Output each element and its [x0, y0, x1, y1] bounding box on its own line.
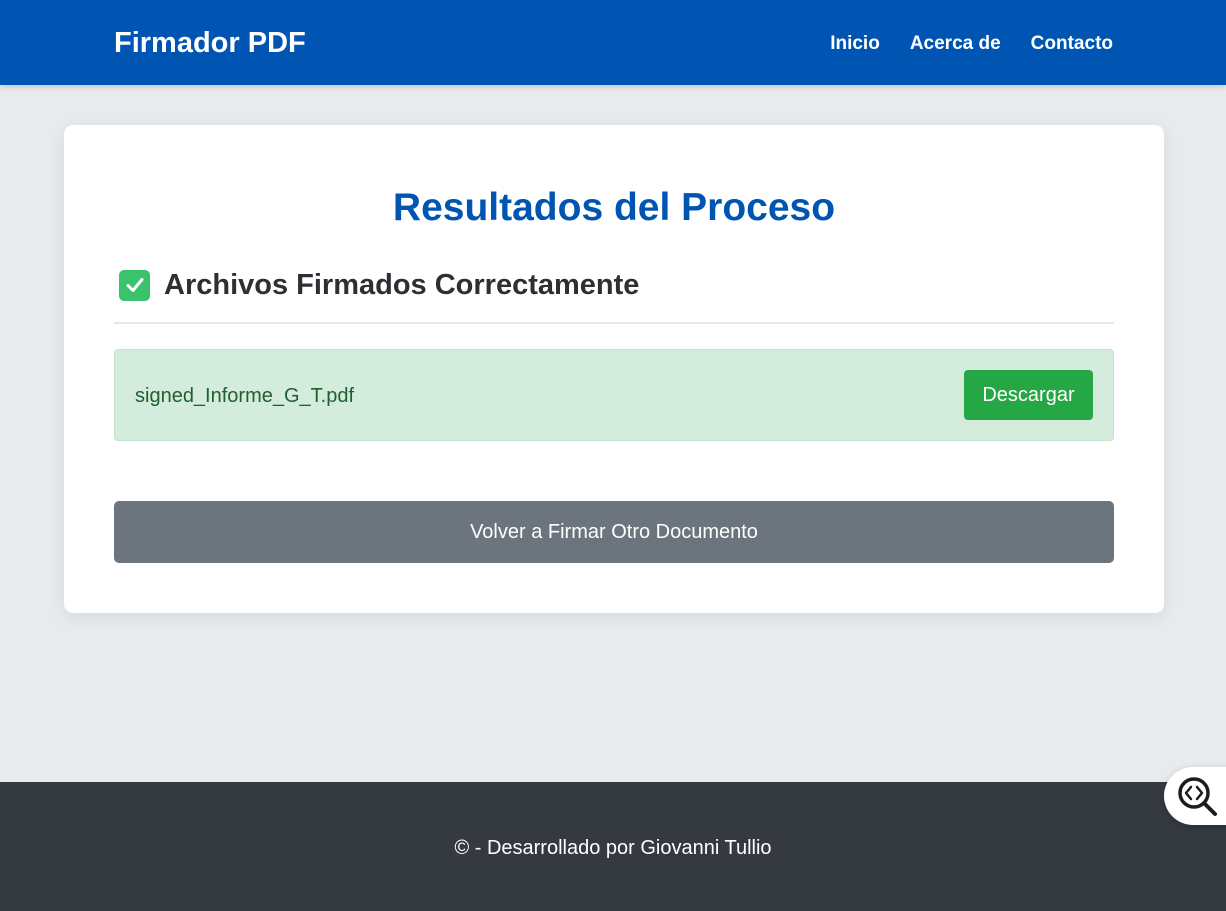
footer-credit: © - Desarrollado por Giovanni Tullio — [454, 837, 772, 859]
download-button[interactable]: Descargar — [964, 370, 1093, 420]
signed-file-item: signed_Informe_G_T.pdf Descargar — [114, 349, 1114, 441]
section-title: Archivos Firmados Correctamente — [164, 269, 640, 301]
divider — [114, 322, 1114, 324]
nav-link-inicio[interactable]: Inicio — [830, 31, 880, 57]
results-card: Resultados del Proceso Archivos Firmados… — [64, 125, 1164, 613]
check-mark-icon — [119, 269, 150, 301]
nav-links: Inicio Acerca de Contacto — [830, 31, 1113, 57]
file-name: signed_Informe_G_T.pdf — [135, 385, 355, 407]
footer: © - Desarrollado por Giovanni Tullio — [0, 782, 1226, 911]
nav-link-contacto[interactable]: Contacto — [1031, 31, 1113, 57]
floating-code-search-button[interactable] — [1164, 767, 1226, 825]
page-title: Resultados del Proceso — [392, 186, 836, 229]
sign-another-document-button[interactable]: Volver a Firmar Otro Documento — [114, 501, 1114, 563]
section-heading: Archivos Firmados Correctamente — [114, 267, 639, 303]
nav-link-acerca-de[interactable]: Acerca de — [910, 31, 1001, 57]
code-search-icon — [1178, 777, 1217, 816]
navbar: Firmador PDF Inicio Acerca de Contacto — [0, 0, 1226, 85]
brand-logo-text[interactable]: Firmador PDF — [114, 25, 306, 61]
